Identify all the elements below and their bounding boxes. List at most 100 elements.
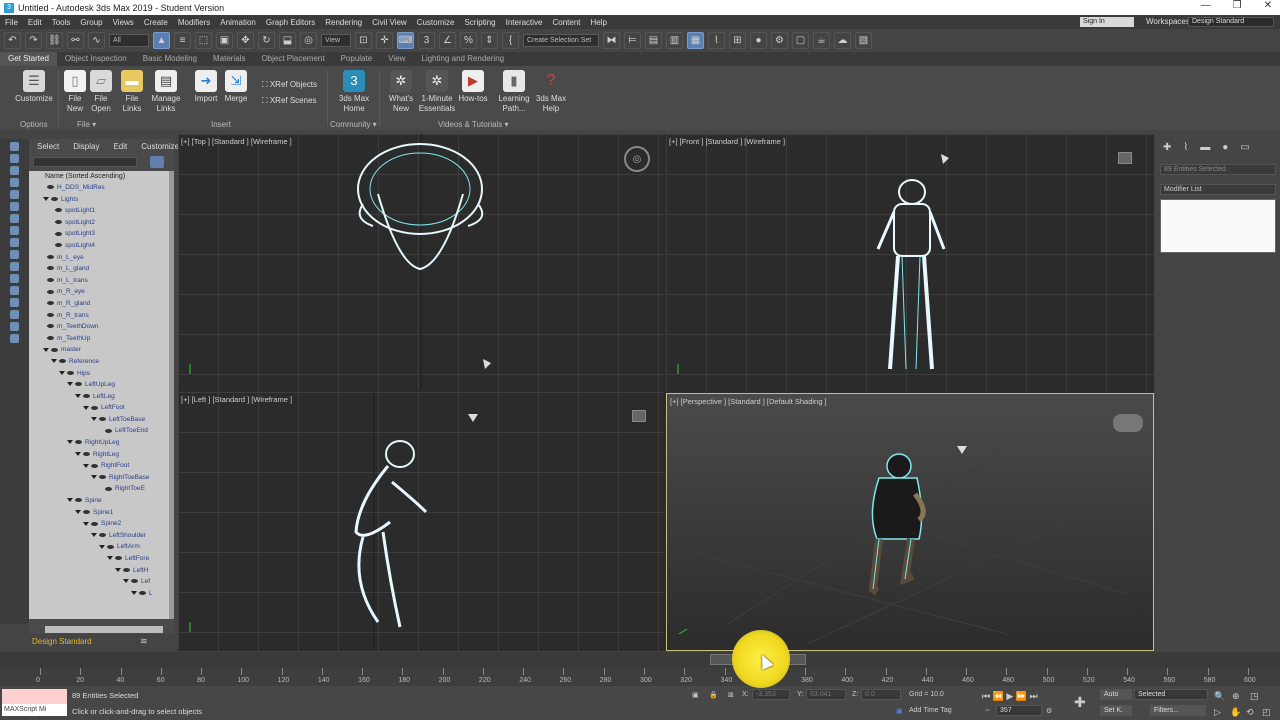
display-shapes-icon[interactable]	[10, 166, 19, 175]
viewport-front-label[interactable]: [+] [Front ] [Standard ] [Wireframe ]	[669, 137, 785, 146]
filter-icon[interactable]	[10, 334, 19, 343]
group-options[interactable]: Options	[20, 120, 48, 129]
tab-populate[interactable]: Populate	[333, 52, 381, 66]
menu-views[interactable]: Views	[108, 18, 139, 27]
expand-icon[interactable]	[99, 544, 105, 549]
list-item[interactable]: m_TeethDown	[29, 321, 169, 333]
eye-icon[interactable]	[55, 220, 62, 225]
menu-edit[interactable]: Edit	[23, 18, 47, 27]
render-production-icon[interactable]: ☕	[813, 31, 830, 49]
window-crossing-icon[interactable]: ▣	[216, 31, 233, 49]
maximize-viewport-icon[interactable]: ◰	[1262, 707, 1271, 718]
list-item[interactable]: H_DDS_MidRes	[29, 182, 169, 194]
redo-icon[interactable]: ↷	[25, 31, 42, 49]
viewport-perspective[interactable]: [+] [Perspective ] [Standard ] [Default …	[666, 393, 1154, 651]
file-links-button[interactable]: ▬ File Links	[118, 70, 146, 114]
eye-icon[interactable]	[83, 393, 90, 398]
list-item[interactable]: m_L_trans	[29, 275, 169, 287]
display-groups-icon[interactable]	[10, 226, 19, 235]
pan-view-icon[interactable]: ✋	[1230, 707, 1241, 718]
unlink-icon[interactable]: ⚯	[67, 31, 84, 49]
eye-icon[interactable]	[51, 347, 58, 352]
display-all-icon[interactable]	[10, 298, 19, 307]
reference-coordinate-select[interactable]: View	[321, 33, 351, 47]
workspace-select[interactable]: Design Standard	[1188, 17, 1274, 27]
rendered-frame-window-icon[interactable]: ▢	[792, 31, 809, 49]
expand-icon[interactable]	[43, 196, 49, 201]
filter-funnel-icon[interactable]	[150, 156, 164, 168]
import-button[interactable]: ➜ Import	[191, 70, 221, 104]
list-item[interactable]: RightFoot	[29, 460, 169, 472]
learning-path-button[interactable]: ▮ Learning Path...	[496, 70, 532, 114]
expand-icon[interactable]	[115, 567, 121, 572]
sort-icon[interactable]	[10, 322, 19, 331]
eye-icon[interactable]	[59, 359, 66, 364]
eye-icon[interactable]	[55, 208, 62, 213]
list-item[interactable]: LeftFoot	[29, 402, 169, 414]
menu-animation[interactable]: Animation	[215, 18, 261, 27]
list-item[interactable]: LeftArm	[29, 541, 169, 553]
expand-icon[interactable]	[75, 393, 81, 398]
current-frame-field[interactable]: 357	[996, 705, 1042, 716]
modifier-list-dropdown[interactable]: Modifier List	[1160, 184, 1276, 195]
customize-button[interactable]: ☰ Customize	[14, 70, 54, 104]
layer-stack-icon[interactable]: ≋	[140, 636, 148, 647]
named-selection-sets-select[interactable]: Create Selection Set	[523, 33, 599, 47]
mirror-icon[interactable]: ⧓	[603, 31, 620, 49]
list-item[interactable]: LeftToeEnd	[29, 425, 169, 437]
menu-customize[interactable]: Customize	[412, 18, 460, 27]
eye-icon[interactable]	[105, 486, 112, 491]
list-item[interactable]: Reference	[29, 356, 169, 368]
spinner-snap-icon[interactable]: ⇕	[481, 31, 498, 49]
expand-icon[interactable]	[67, 382, 73, 387]
eye-icon[interactable]	[47, 185, 54, 190]
eye-icon[interactable]	[83, 509, 90, 514]
list-item[interactable]: LeftH	[29, 565, 169, 577]
expand-icon[interactable]	[123, 579, 129, 584]
render-setup-icon[interactable]: ⚙	[771, 31, 788, 49]
eye-icon[interactable]	[75, 498, 82, 503]
placement-icon[interactable]: ◎	[300, 31, 317, 49]
viewport-front[interactable]: [+] [Front ] [Standard ] [Wireframe ]	[666, 134, 1154, 390]
go-to-start-icon[interactable]: ⏮	[982, 691, 990, 701]
play-icon[interactable]: ▶	[1006, 691, 1013, 701]
eye-icon[interactable]	[47, 266, 54, 271]
x-coordinate-field[interactable]: -3.353	[752, 689, 790, 700]
list-item[interactable]: Spine1	[29, 507, 169, 519]
list-item[interactable]: spotLight1	[29, 205, 169, 217]
display-containers-icon[interactable]	[10, 262, 19, 271]
next-frame-icon[interactable]: ⏩	[1016, 691, 1027, 701]
list-item[interactable]: LeftUpLeg	[29, 379, 169, 391]
viewcube-icon[interactable]: ◎	[624, 146, 650, 172]
display-bones-icon[interactable]	[10, 250, 19, 259]
display-tab-icon[interactable]: ▭	[1240, 142, 1249, 153]
eye-icon[interactable]	[107, 544, 114, 549]
bind-space-warp-icon[interactable]: ∿	[88, 31, 105, 49]
track-bar[interactable]: 0 20 40 60 80 100 120 140 160 180 200 220 240 260 280 3…	[0, 668, 1280, 686]
menu-help[interactable]: Help	[586, 18, 612, 27]
eye-icon[interactable]	[99, 417, 106, 422]
selection-lock-icon[interactable]: 🔒	[709, 691, 718, 699]
add-time-tag-button[interactable]: Add Time Tag	[909, 707, 952, 714]
eye-icon[interactable]	[75, 382, 82, 387]
selected-entities-field[interactable]: 89 Entities Selected	[1160, 164, 1276, 175]
menu-tools[interactable]: Tools	[47, 18, 76, 27]
group-community[interactable]: Community ▾	[330, 120, 377, 129]
zoom-icon[interactable]: 🔍	[1214, 691, 1225, 702]
material-editor-icon[interactable]: ●	[750, 31, 767, 49]
eye-icon[interactable]	[51, 196, 58, 201]
display-xrefs-icon[interactable]	[10, 238, 19, 247]
menu-modifiers[interactable]: Modifiers	[173, 18, 215, 27]
align-icon[interactable]: ⊨	[624, 31, 641, 49]
default-in-out-tangents-icon[interactable]: ✚	[1074, 694, 1086, 711]
viewport-left[interactable]: [+] [Left ] [Standard ] [Wireframe ]	[178, 392, 664, 651]
toggle-ribbon-icon[interactable]: ▦	[687, 31, 704, 49]
list-item[interactable]: L	[29, 588, 169, 600]
scene-tree-scrollbar[interactable]	[169, 171, 174, 619]
list-item[interactable]: Hips	[29, 368, 169, 380]
eye-icon[interactable]	[47, 254, 54, 259]
edit-named-selection-icon[interactable]: {	[502, 31, 519, 49]
expand-icon[interactable]	[75, 451, 81, 456]
select-by-name-icon[interactable]: ≡	[174, 31, 191, 49]
viewport-perspective-label[interactable]: [+] [Perspective ] [Standard ] [Default …	[670, 397, 827, 406]
